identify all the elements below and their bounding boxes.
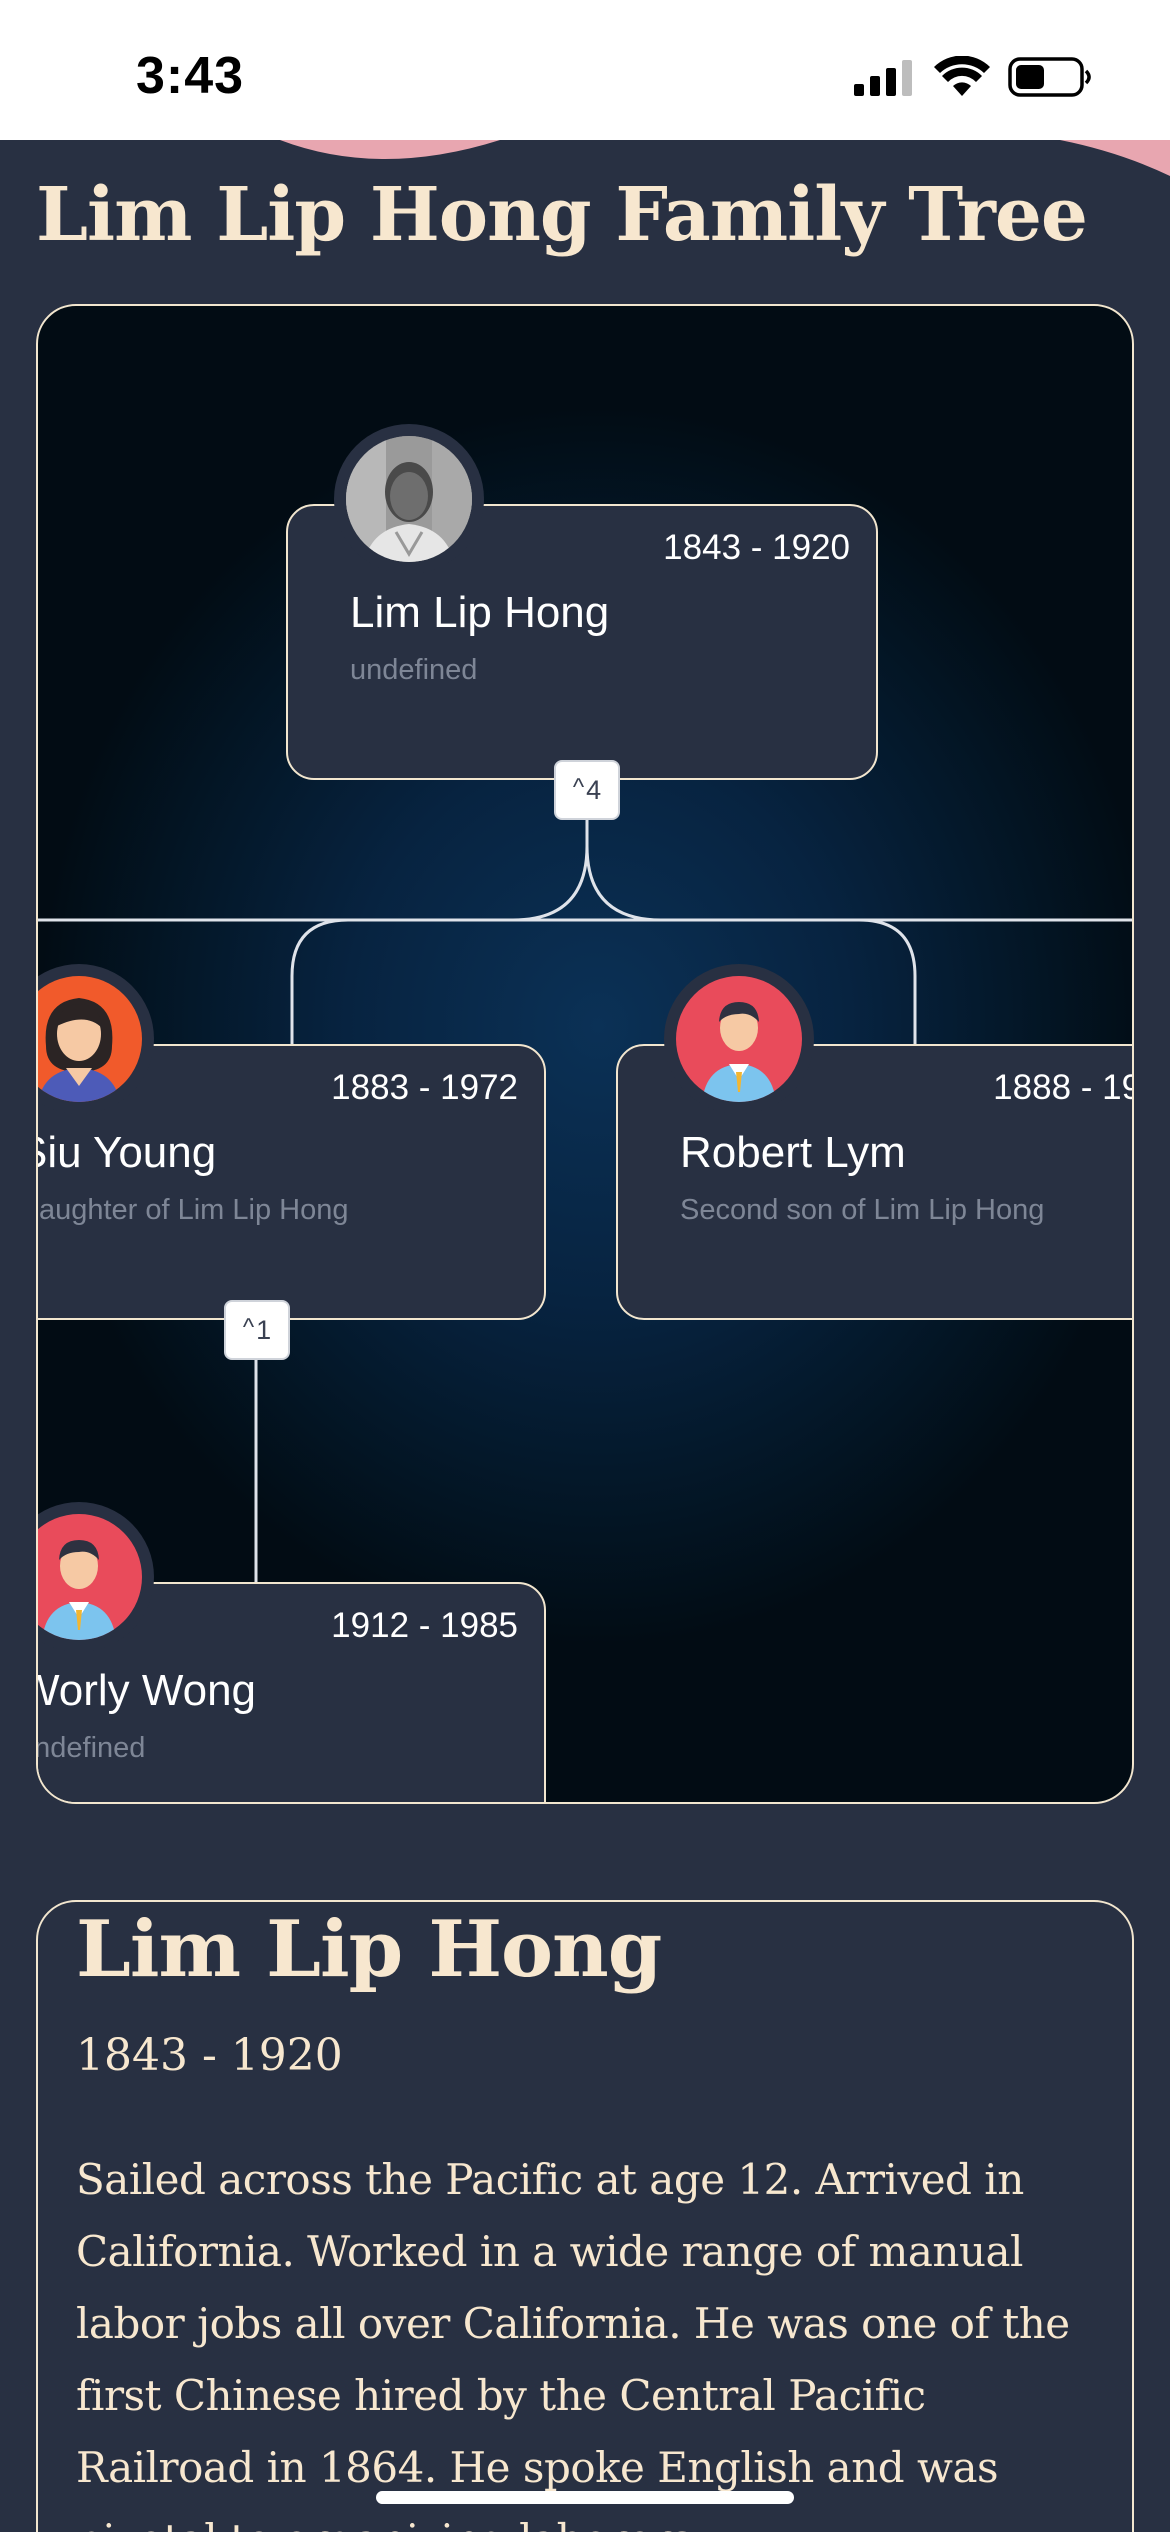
children-count: 4 xyxy=(586,774,602,805)
detail-biography: Sailed across the Pacific at age 12. Arr… xyxy=(76,2155,1070,2532)
node-dates: 1912 - 1985 xyxy=(331,1606,518,1645)
female-avatar-icon xyxy=(38,998,120,1102)
avatar xyxy=(334,424,484,574)
node-name: Robert Lym xyxy=(680,1128,906,1177)
node-name: Worly Wong xyxy=(36,1666,257,1715)
battery-icon xyxy=(1008,57,1091,97)
family-tree-panel[interactable]: 1843 - 1920 Lim Lip Hong undefined ^ 4 18… xyxy=(36,304,1134,1804)
male-avatar-icon xyxy=(702,1002,776,1102)
children-count: 1 xyxy=(256,1314,272,1345)
avatar xyxy=(664,964,814,1114)
status-bar: 3:43 xyxy=(0,0,1170,140)
page-title: Lim Lip Hong Family Tree xyxy=(36,172,1088,258)
detail-dates: 1843 - 1920 xyxy=(76,2030,343,2081)
node-description: undefined xyxy=(350,654,478,686)
chevron-up-icon: ^ xyxy=(242,1314,255,1341)
cellular-signal-icon xyxy=(854,60,912,96)
node-description: Second son of Lim Lip Hong xyxy=(680,1194,1045,1226)
node-description: undefined xyxy=(38,1732,146,1764)
male-avatar-icon xyxy=(42,1540,116,1640)
status-time: 3:43 xyxy=(136,47,245,105)
node-description: Daughter of Lim Lip Hong xyxy=(36,1194,349,1226)
expand-children-button[interactable]: ^ 4 xyxy=(554,760,620,820)
node-name: Siu Young xyxy=(36,1128,217,1177)
node-dates: 1883 - 1972 xyxy=(331,1068,518,1107)
chevron-up-icon: ^ xyxy=(572,774,585,801)
node-dates: 1843 - 1920 xyxy=(663,528,850,567)
expand-children-button[interactable]: ^ 1 xyxy=(224,1300,290,1360)
detail-name: Lim Lip Hong xyxy=(76,1904,662,1995)
portrait-photo-icon xyxy=(346,436,472,562)
node-dates: 1888 - 1970 xyxy=(993,1068,1132,1107)
home-indicator[interactable] xyxy=(376,2491,794,2504)
node-name: Lim Lip Hong xyxy=(350,588,610,637)
wifi-icon xyxy=(934,56,990,96)
